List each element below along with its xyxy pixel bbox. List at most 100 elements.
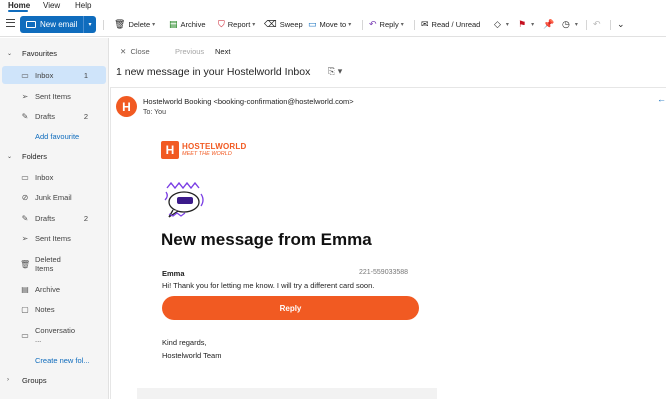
more-options-button[interactable]: ⌄	[617, 18, 628, 31]
sidebar-item-label: Notes	[35, 304, 55, 314]
chevron-down-icon[interactable]: ▾	[83, 16, 96, 33]
clock-icon: ◷	[562, 19, 570, 29]
sidebar-item-label: Sent Items	[35, 233, 71, 243]
favourites-label: Favourites	[22, 48, 58, 58]
sidebar-item-label: Inbox	[35, 172, 54, 182]
sidebar-item-folder-sent[interactable]: ➢ Sent Items	[2, 229, 106, 247]
groups-header[interactable]: › Groups	[0, 373, 109, 387]
sender-address[interactable]: Hostelworld Booking <booking-confirmatio…	[143, 97, 354, 106]
folder-move-icon: ▭	[308, 19, 317, 29]
top-menubar: Home View Help	[0, 0, 666, 12]
add-favourite-link[interactable]: Add favourite	[35, 132, 79, 141]
envelope-open-icon: ✉	[421, 19, 429, 29]
chevron-down-icon[interactable]: ▾	[531, 21, 534, 28]
chevron-down-icon[interactable]: ▾	[348, 21, 351, 28]
signoff: Kind regards,	[162, 338, 207, 347]
previous-button[interactable]: Previous	[175, 47, 204, 56]
sidebar-item-label: Archive	[35, 284, 61, 294]
menu-home[interactable]: Home	[8, 1, 30, 10]
close-label: Close	[130, 47, 150, 56]
tag-button[interactable]: ◇ ▾	[494, 18, 509, 31]
recipient-line: To: You	[143, 109, 166, 116]
message-id: 221-559033588	[359, 269, 409, 276]
chevron-down-icon[interactable]: ▾	[252, 21, 255, 28]
sidebar-item-label: Junk Email	[35, 192, 72, 202]
brand-name: HOSTELWORLD	[182, 142, 247, 151]
read-unread-button[interactable]: ✉ Read / Unread	[421, 18, 480, 31]
sweep-button[interactable]: ⌫ Sweep	[264, 18, 303, 31]
sidebar-item-folder-drafts[interactable]: ✎ Drafts 2	[2, 209, 106, 227]
reply-button[interactable]: ↶ Reply ▾	[369, 18, 404, 31]
reply-cta-button[interactable]: Reply	[162, 296, 419, 320]
flag-button[interactable]: ⚑ ▾	[518, 18, 534, 31]
draft-count: 2	[83, 213, 88, 223]
tag-icon: ◇	[494, 19, 501, 29]
close-button[interactable]: ✕ Close	[120, 47, 150, 56]
email-headline: New message from Emma	[161, 230, 372, 249]
report-label: Report	[227, 20, 251, 29]
trash-icon: 🗑	[20, 259, 31, 269]
inbox-icon: ▭	[21, 172, 29, 182]
junk-icon: ⊘	[21, 192, 29, 202]
summary-icon[interactable]: ⎘ ▾	[328, 66, 342, 77]
move-to-label: Move to	[319, 20, 347, 29]
message-nav: ✕ Close Previous Next	[110, 38, 666, 62]
archive-icon: ▤	[21, 284, 29, 294]
message-subject: 1 new message in your Hostelworld Inbox	[116, 66, 311, 78]
sidebar-item-label: Deleted Items	[35, 255, 61, 273]
send-icon: ➢	[21, 233, 29, 243]
message-sender: Emma	[162, 269, 185, 278]
sidebar-item-folder-inbox[interactable]: ▭ Inbox	[2, 168, 106, 186]
chevron-down-icon: ⌄	[7, 50, 13, 57]
archive-button[interactable]: ▤ Archive	[169, 18, 206, 31]
avatar: H	[116, 96, 137, 117]
hamburger-icon[interactable]	[6, 19, 15, 28]
divider	[362, 20, 363, 30]
divider	[414, 20, 415, 30]
chevron-right-icon: ›	[7, 377, 9, 383]
folder-icon: ▭	[21, 330, 29, 340]
chat-illustration	[164, 181, 204, 218]
folder-pane: ⌄ Favourites ▭ Inbox 1 ➢ Sent Items ✎ Dr…	[0, 38, 109, 399]
email-footer	[137, 388, 437, 399]
sweep-label: Sweep	[279, 20, 303, 29]
menu-view[interactable]: View	[43, 1, 60, 10]
chevron-down-icon[interactable]: ▾	[152, 21, 155, 28]
sidebar-item-label: Drafts	[35, 213, 56, 223]
chevron-down-icon[interactable]: ▾	[575, 21, 578, 28]
next-button[interactable]: Next	[215, 47, 230, 56]
menu-help[interactable]: Help	[75, 1, 91, 10]
create-new-folder-link[interactable]: Create new fol...	[35, 356, 90, 365]
pin-button[interactable]: 📌	[543, 18, 557, 31]
new-email-label: New email	[40, 20, 78, 29]
sidebar-item-sent[interactable]: ➢ Sent Items	[2, 87, 106, 105]
sidebar-item-inbox[interactable]: ▭ Inbox 1	[2, 66, 106, 84]
pencil-icon: ✎	[21, 111, 29, 121]
snooze-button[interactable]: ◷ ▾	[562, 18, 578, 31]
favourites-header[interactable]: ⌄ Favourites	[0, 46, 109, 60]
sidebar-item-deleted[interactable]: 🗑 Deleted Items	[2, 252, 106, 276]
sidebar-item-conversation-history[interactable]: ▭ Conversatio ...	[2, 323, 106, 347]
sidebar-item-notes[interactable]: ▢ Notes	[2, 300, 106, 318]
chevron-down-icon[interactable]: ▾	[506, 21, 509, 28]
reply-icon[interactable]: ←	[657, 94, 666, 104]
folders-header[interactable]: ⌄ Folders	[0, 149, 109, 163]
sidebar-item-archive[interactable]: ▤ Archive	[2, 280, 106, 298]
move-to-button[interactable]: ▭ Move to ▾	[308, 18, 351, 31]
report-button[interactable]: ⛉ Report ▾	[218, 18, 255, 31]
divider	[103, 20, 104, 30]
sidebar-item-drafts[interactable]: ✎ Drafts 2	[2, 107, 106, 125]
new-email-button[interactable]: New email ▾	[20, 16, 96, 33]
message-card: H Hostelworld Booking <booking-confirmat…	[110, 87, 666, 399]
trash-icon: 🗑	[114, 19, 126, 29]
reading-pane: ✕ Close Previous Next 1 new message in y…	[110, 38, 666, 399]
sidebar-item-label: Drafts	[35, 111, 56, 121]
unread-count: 1	[83, 70, 88, 80]
read-unread-label: Read / Unread	[431, 20, 481, 29]
signature: Hostelworld Team	[162, 351, 222, 360]
sidebar-item-junk[interactable]: ⊘ Junk Email	[2, 188, 106, 206]
chevron-down-icon[interactable]: ▾	[401, 21, 404, 28]
broom-icon: ⌫	[264, 19, 277, 29]
delete-button[interactable]: 🗑 Delete ▾	[114, 18, 155, 31]
undo-button[interactable]: ↶	[593, 18, 604, 31]
